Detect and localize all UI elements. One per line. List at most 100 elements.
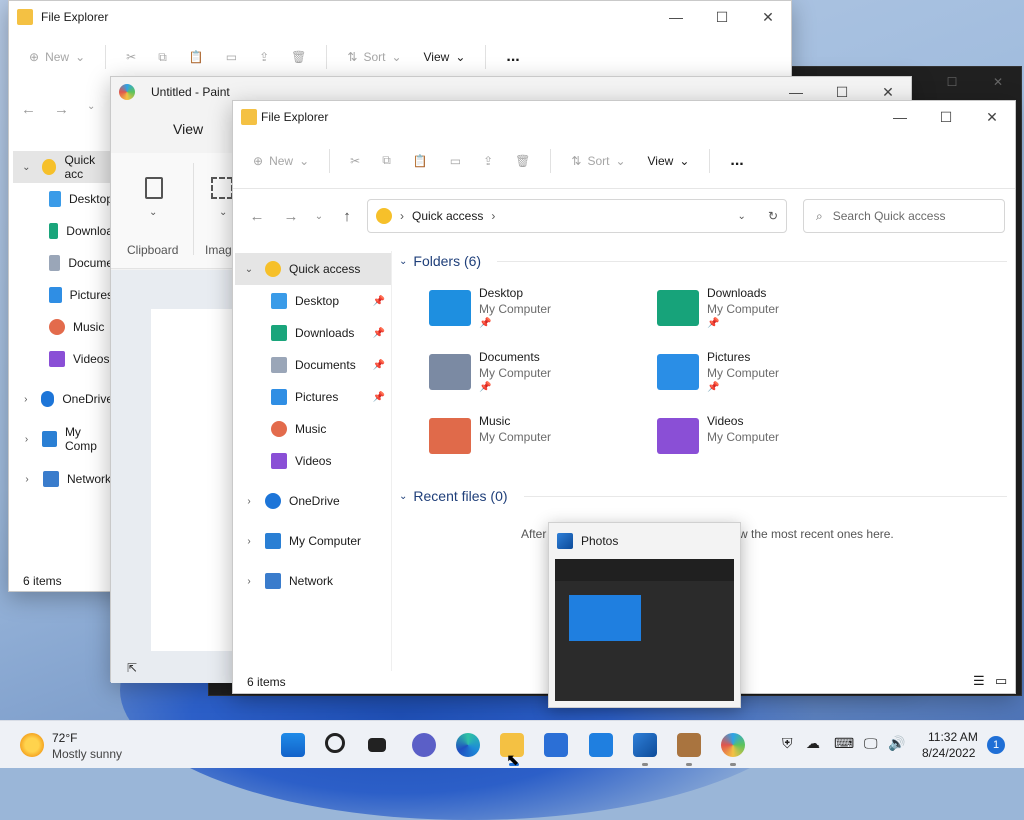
selection-icon[interactable] [211,177,233,199]
back-arrow-icon[interactable]: ← [243,202,271,230]
more-button[interactable]: ... [722,145,751,177]
folder-tile-desktop[interactable]: Desktop My Computer 📌 [429,286,649,346]
address-bar[interactable]: › Quick access › ⌄ ↻ [367,199,787,233]
clock-date[interactable]: 8/24/2022 [922,746,975,760]
keyboard-icon[interactable]: ⌨ [834,735,854,752]
details-view-icon[interactable]: ☰ [973,673,985,689]
sidebar-item-onedrive[interactable]: › OneDrive [13,383,113,415]
folders-section-header[interactable]: ⌄ Folders (6) [399,251,1007,271]
maximize-icon[interactable]: ☐ [929,67,975,97]
notification-badge[interactable]: 1 [987,736,1005,754]
back-arrow-icon[interactable]: ← [21,101,36,118]
sidebar-item-pictures[interactable]: Pictures [13,279,113,311]
close-button[interactable]: ✕ [745,1,791,33]
cut-button[interactable]: ✂ [118,41,144,73]
sidebar-item-my-computer[interactable]: › My Comp [13,423,113,455]
weather-sun-icon[interactable] [20,733,44,757]
sidebar-item-network[interactable]: › Network [13,463,113,495]
weather-description[interactable]: Mostly sunny [52,747,122,761]
task-view-icon[interactable] [368,738,386,752]
up-arrow-icon[interactable]: ↑ [333,202,361,230]
new-button[interactable]: ⊕ New ⌄ [21,41,93,73]
search-input[interactable]: ⌕ Search Quick access [803,199,1005,233]
sort-button[interactable]: ⇅ Sort ⌄ [563,145,633,177]
clock-time[interactable]: 11:32 AM [928,730,978,744]
sidebar-item-quick-access[interactable]: ⌄ Quick access [235,253,391,285]
folder-tile-videos[interactable]: Videos My Computer [657,414,877,474]
sort-button[interactable]: ⇅ Sort ⌄ [339,41,409,73]
security-shield-icon[interactable]: ⛨ [782,735,793,752]
start-windows-icon[interactable] [281,733,305,757]
sidebar-item-documents[interactable]: Docume [13,247,113,279]
onedrive-offline-icon[interactable]: ☁ [806,735,820,752]
more-button[interactable]: ... [498,41,527,73]
rename-button[interactable]: ▭ [218,41,245,73]
weather-temperature[interactable]: 72°F [52,731,77,745]
sidebar-item-music[interactable]: Music [235,413,391,445]
chat-icon[interactable] [412,733,436,757]
back-explorer-titlebar[interactable]: File Explorer — ☐ ✕ [9,1,791,33]
folder-tile-music[interactable]: Music My Computer [429,414,649,474]
paste-button[interactable]: 📋 [405,145,436,177]
pin-icon[interactable]: 📌 [373,360,385,371]
chevron-down-icon[interactable]: ⌄ [149,207,157,218]
minimize-button[interactable]: — [877,101,923,133]
folder-tile-pictures[interactable]: Pictures My Computer 📌 [657,350,877,410]
sidebar-item-music[interactable]: Music [13,311,113,343]
close-button[interactable]: ✕ [969,101,1015,133]
breadcrumb-quick-access[interactable]: Quick access [412,209,483,223]
share-button[interactable]: ⇪ [475,145,501,177]
explorer-titlebar[interactable]: File Explorer — ☐ ✕ [233,101,1015,133]
chevron-down-icon[interactable]: ⌄ [219,207,227,218]
search-icon[interactable] [325,733,345,753]
sidebar-item-onedrive[interactable]: › OneDrive [235,485,391,517]
sidebar-item-downloads[interactable]: Downloa [13,215,113,247]
refresh-icon[interactable]: ↻ [768,209,778,223]
cut-button[interactable]: ✂ [342,145,368,177]
sidebar-item-videos[interactable]: Videos [13,343,113,375]
sidebar-item-pictures[interactable]: Pictures 📌 [235,381,391,413]
store-icon[interactable] [544,733,568,757]
tab-view[interactable]: View [173,121,203,137]
view-button[interactable]: View ⌄ [416,41,474,73]
sidebar-item-quick-access[interactable]: ⌄ Quick acc [13,151,113,183]
tiles-view-icon[interactable]: ▭ [995,673,1007,689]
clipboard-icon[interactable] [145,177,163,199]
sidebar-item-desktop[interactable]: Desktop 📌 [235,285,391,317]
delete-button[interactable]: 🗑 [507,145,538,177]
view-button[interactable]: View ⌄ [640,145,698,177]
edge-browser-icon[interactable] [456,733,480,757]
volume-icon[interactable]: 🔊 [888,735,905,752]
share-button[interactable]: ⇪ [251,41,277,73]
photos-icon[interactable] [633,733,657,757]
sidebar-item-my-computer[interactable]: › My Computer [235,525,391,557]
copy-button[interactable]: ⧉ [374,145,399,177]
new-button[interactable]: ⊕ New ⌄ [245,145,317,177]
forward-arrow-icon[interactable]: → [277,202,305,230]
sidebar-item-documents[interactable]: Documents 📌 [235,349,391,381]
chevron-down-icon[interactable]: ⌄ [738,211,746,222]
sidebar-item-videos[interactable]: Videos [235,445,391,477]
folder-tile-downloads[interactable]: Downloads My Computer 📌 [657,286,877,346]
sidebar-item-downloads[interactable]: Downloads 📌 [235,317,391,349]
recent-locations-chevron-icon[interactable]: ⌄ [311,202,327,230]
maximize-button[interactable]: ☐ [699,1,745,33]
pin-icon[interactable]: 📌 [373,296,385,307]
close-icon[interactable]: ✕ [975,67,1021,97]
sidebar-item-network[interactable]: › Network [235,565,391,597]
minimize-button[interactable]: — [653,1,699,33]
chevron-down-icon[interactable]: ⌄ [87,101,95,118]
pin-icon[interactable]: 📌 [373,392,385,403]
rename-button[interactable]: ▭ [442,145,469,177]
paste-button[interactable]: 📋 [181,41,212,73]
maximize-button[interactable]: ☐ [923,101,969,133]
pin-icon[interactable]: 📌 [373,328,385,339]
mail-icon[interactable] [589,733,613,757]
network-icon[interactable]: 🖵 [864,735,878,752]
paint-icon[interactable] [721,733,745,757]
delete-button[interactable]: 🗑 [283,41,314,73]
photos-thumbnail-preview[interactable]: Photos [548,522,741,708]
folder-tile-documents[interactable]: Documents My Computer 📌 [429,350,649,410]
minecraft-icon[interactable] [677,733,701,757]
recent-files-section-header[interactable]: ⌄ Recent files (0) [399,486,1007,506]
